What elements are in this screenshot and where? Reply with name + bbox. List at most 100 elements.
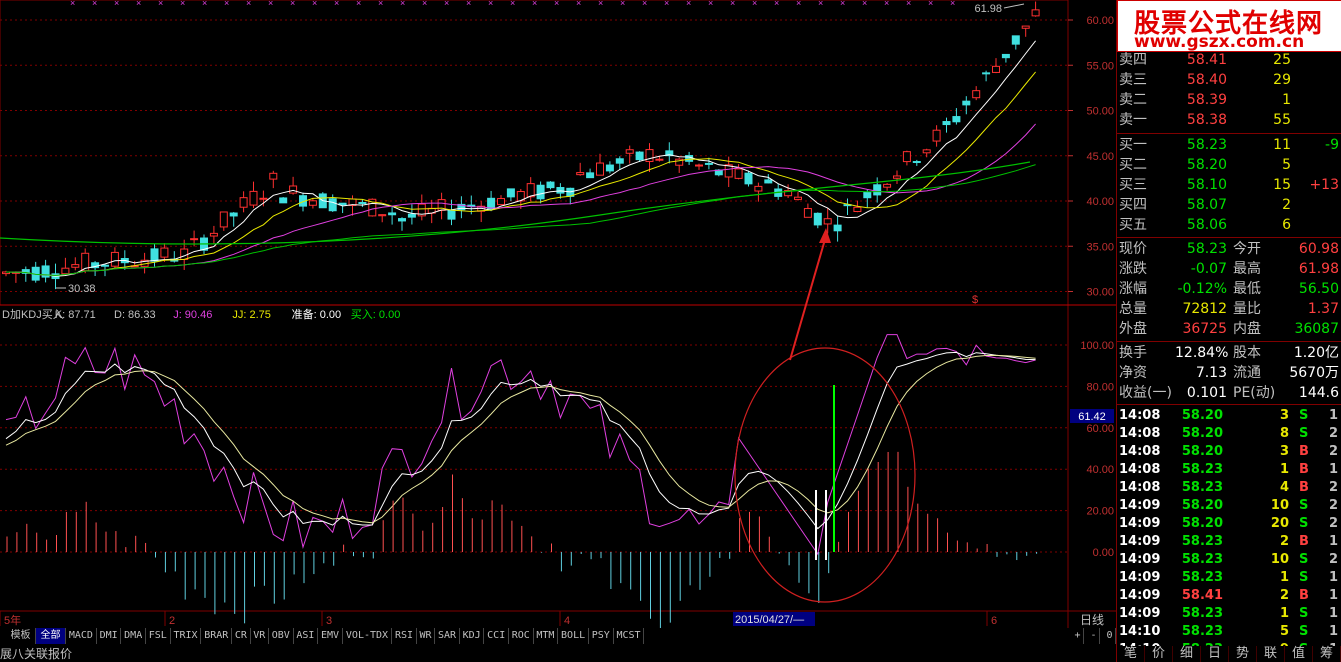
zoom-minus-button[interactable]: - [1088, 628, 1100, 644]
tick-time: 14:10 [1119, 624, 1161, 639]
order-price: 58.06 [1186, 217, 1227, 233]
candle-body [922, 149, 931, 154]
kline-chart[interactable]: 60.0055.0050.0045.0040.0035.0030.00× × × × ×… [0, 0, 1116, 628]
quote-tab-5[interactable]: 联 [1257, 646, 1285, 662]
candle-body [754, 185, 763, 192]
time-axis-label: 4 [564, 615, 570, 627]
tick-count: 2 [1329, 552, 1339, 567]
tab-roc[interactable]: ROC [509, 628, 534, 644]
tab-obv[interactable]: OBV [269, 628, 294, 644]
tick-row: 14:08 58.23 1 B 1 [1117, 461, 1341, 479]
candle-body [813, 212, 822, 226]
time-axis-label: 5年 [4, 613, 21, 627]
tab-vol-tdx[interactable]: VOL-TDX [343, 628, 393, 644]
order-change: +13 [1309, 177, 1339, 193]
quote-tab-2[interactable]: 细 [1173, 646, 1201, 662]
order-volume: 11 [1273, 137, 1291, 153]
candle-body [526, 183, 535, 198]
tab-vr[interactable]: VR [251, 628, 269, 644]
candle-body [576, 172, 585, 176]
top-marker: × [730, 0, 735, 8]
tick-side: S [1299, 516, 1309, 531]
time-axis-label: 3 [326, 615, 332, 627]
zoom-zero-button[interactable]: 0 [1104, 628, 1116, 644]
candle-body [1031, 9, 1040, 17]
related-quote-button[interactable]: 关联报价 [24, 646, 72, 662]
tick-time: 14:09 [1119, 498, 1161, 513]
candle-body [992, 65, 1000, 73]
top-marker: × [906, 0, 911, 8]
candle-body [962, 100, 971, 106]
tab-asi[interactable]: ASI [294, 628, 319, 644]
tick-count: 1 [1329, 624, 1339, 639]
order-price: 58.20 [1186, 157, 1227, 173]
tab-macd[interactable]: MACD [66, 628, 97, 644]
tab-boll[interactable]: BOLL [558, 628, 589, 644]
tab-brar[interactable]: BRAR [201, 628, 233, 644]
order-price: 58.41 [1186, 52, 1227, 68]
tick-time: 14:08 [1119, 462, 1161, 477]
tick-price: 58.23 [1181, 480, 1223, 495]
tick-count: 2 [1329, 516, 1339, 531]
tick-side: S [1299, 570, 1309, 585]
candle-body [586, 172, 595, 179]
order-price: 58.23 [1186, 137, 1227, 153]
quote-tab-1[interactable]: 价 [1145, 646, 1173, 662]
price-axis-label: 30.00 [1086, 287, 1114, 299]
quote-tab-6[interactable]: 值 [1285, 646, 1313, 662]
order-volume: 1 [1282, 92, 1291, 108]
candle-body [328, 198, 337, 212]
tab-cr[interactable]: CR [232, 628, 251, 644]
stat-value: 58.23 [1186, 241, 1227, 257]
tab-psy[interactable]: PSY [589, 628, 614, 644]
tab-emv[interactable]: EMV [318, 628, 343, 644]
order-label: 买一 [1119, 137, 1147, 153]
tick-count: 1 [1329, 588, 1339, 603]
indicator-header-jj: JJ: 2.75 [232, 309, 271, 321]
quote-tab-4[interactable]: 势 [1229, 646, 1257, 662]
tick-row: 14:09 58.20 20 S 2 [1117, 515, 1341, 533]
top-marker: × [532, 0, 537, 8]
tab-mcst[interactable]: MCST [614, 628, 645, 644]
quote-tab-0[interactable]: 笔 [1117, 646, 1145, 662]
zoom-plus-button[interactable]: + [1072, 628, 1084, 644]
quote-tab-3[interactable]: 日 [1201, 646, 1229, 662]
tick-volume: 8 [1279, 426, 1289, 441]
top-marker: × [752, 0, 757, 8]
tick-price: 58.23 [1181, 534, 1223, 549]
highlight-arrowhead [819, 228, 831, 243]
tab-dma[interactable]: DMA [121, 628, 146, 644]
candle-body [536, 184, 545, 200]
candle-body [1021, 25, 1030, 29]
top-marker: × [136, 0, 141, 8]
tab-全部[interactable]: 全部 [36, 628, 66, 644]
sell-order-row: 卖一 58.38 55 [1117, 110, 1341, 130]
tab-rsi[interactable]: RSI [392, 628, 417, 644]
chart-area[interactable]: 60.00 55.00 50.00 45.00 40.00 35.00 30.00 × × × × ×… [0, 0, 1116, 662]
top-marker: × [312, 0, 317, 8]
stat-label: 股本 [1233, 345, 1261, 361]
stat-label: 内盘 [1233, 321, 1261, 337]
tab-cci[interactable]: CCI [484, 628, 509, 644]
tick-row: 14:09 58.23 10 S 2 [1117, 551, 1341, 569]
stat-label: 收益(一) [1119, 385, 1172, 401]
tab-wr[interactable]: WR [417, 628, 436, 644]
stat-value: 144.6 [1298, 385, 1339, 401]
stat-value: 1.37 [1307, 301, 1339, 317]
top-marker: × [268, 0, 273, 8]
stat-label: PE(动) [1233, 385, 1276, 401]
tab-kdj[interactable]: KDJ [460, 628, 485, 644]
tab-sar[interactable]: SAR [435, 628, 460, 644]
order-label: 买三 [1119, 177, 1147, 193]
candle-body [160, 247, 169, 258]
candle-body [685, 155, 694, 162]
quote-tab-7[interactable]: 筹 [1313, 646, 1341, 662]
tab-模板[interactable]: 模板 [6, 628, 36, 644]
tab-mtm[interactable]: MTM [534, 628, 559, 644]
tab-dmi[interactable]: DMI [97, 628, 122, 644]
tab-fsl[interactable]: FSL [146, 628, 171, 644]
tab-trix[interactable]: TRIX [171, 628, 202, 644]
high-price-pointer [1003, 3, 1025, 9]
price-axis-label: 35.00 [1086, 241, 1114, 253]
tick-price: 58.20 [1181, 498, 1223, 513]
